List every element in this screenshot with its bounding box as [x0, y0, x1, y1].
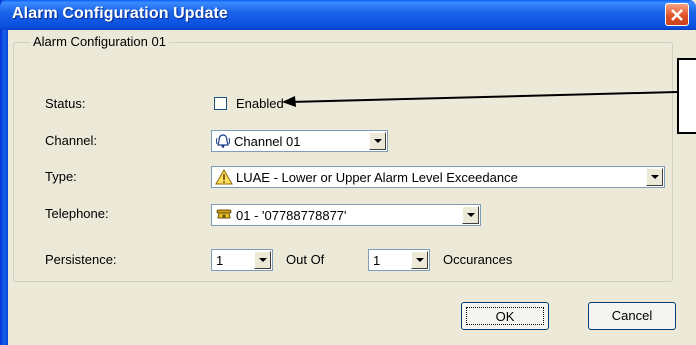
bell-channel-icon	[215, 133, 231, 152]
persistence-label: Persistence:	[45, 252, 117, 267]
ok-button-label: OK	[466, 307, 544, 325]
type-label: Type:	[45, 169, 77, 184]
close-button[interactable]	[665, 3, 689, 26]
telephone-dropdown-button[interactable]	[462, 206, 479, 224]
occurrences-value: 1	[373, 253, 381, 268]
alarm-config-group	[13, 42, 673, 282]
type-combobox[interactable]: LUAE - Lower or Upper Alarm Level Exceed…	[211, 166, 665, 188]
annotation-callout-box	[677, 58, 696, 134]
telephone-value: 01 - '07788778877'	[236, 208, 347, 223]
persistence-value: 1	[216, 253, 224, 268]
persistence-dropdown-button[interactable]	[254, 251, 271, 269]
telephone-icon	[215, 207, 233, 226]
channel-combobox[interactable]: Channel 01	[211, 130, 388, 152]
occurrences-label: Occurances	[443, 252, 513, 267]
window-title: Alarm Configuration Update	[12, 5, 228, 22]
status-label: Status:	[45, 96, 86, 111]
title-bar[interactable]: Alarm Configuration Update	[0, 0, 696, 30]
telephone-combobox[interactable]: 01 - '07788778877'	[211, 204, 481, 226]
ok-button[interactable]: OK	[461, 302, 549, 330]
channel-value: Channel 01	[234, 134, 301, 149]
channel-dropdown-button[interactable]	[369, 132, 386, 150]
channel-label: Channel:	[45, 133, 98, 148]
occurrences-combobox[interactable]: 1	[368, 249, 430, 271]
enabled-label[interactable]: Enabled	[236, 96, 284, 111]
persistence-combobox[interactable]: 1	[211, 249, 273, 271]
close-icon	[671, 9, 683, 21]
out-of-label: Out Of	[286, 252, 325, 267]
type-dropdown-button[interactable]	[646, 168, 663, 186]
occurrences-dropdown-button[interactable]	[411, 251, 428, 269]
warning-triangle-icon	[215, 168, 233, 188]
annotation-arrow	[282, 91, 678, 107]
telephone-label: Telephone:	[45, 206, 109, 221]
window-frame-left	[0, 0, 8, 345]
type-value: LUAE - Lower or Upper Alarm Level Exceed…	[236, 170, 518, 185]
group-label: Alarm Configuration 01	[30, 34, 169, 49]
enabled-checkbox[interactable]	[214, 97, 227, 110]
cancel-button[interactable]: Cancel	[588, 302, 676, 330]
